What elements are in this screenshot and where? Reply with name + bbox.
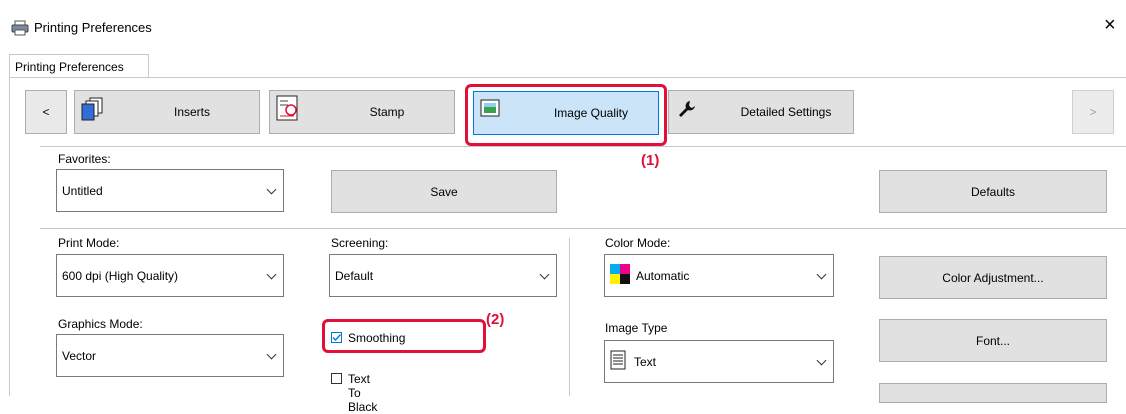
favorites-value: Untitled <box>62 183 103 198</box>
chevron-down-icon <box>266 349 277 359</box>
toolbar-divider <box>40 146 1126 147</box>
detailed-settings-label: Detailed Settings <box>740 105 832 119</box>
save-button[interactable]: Save <box>331 170 557 213</box>
stamp-label: Stamp <box>369 105 405 119</box>
font-button[interactable]: Font... <box>879 319 1107 362</box>
favorites-divider <box>40 228 1126 229</box>
favorites-select[interactable]: Untitled <box>56 169 284 212</box>
screening-label: Screening: <box>331 236 389 250</box>
next-button[interactable]: > <box>1072 90 1114 134</box>
text-document-icon <box>610 350 626 373</box>
detailed-settings-button[interactable]: Detailed Settings <box>668 90 854 134</box>
next-glyph: > <box>1089 105 1097 119</box>
defaults-button[interactable]: Defaults <box>879 170 1107 213</box>
chevron-down-icon <box>266 269 277 279</box>
inserts-icon <box>81 97 105 124</box>
text-to-black-label: Text To Black <box>348 372 378 414</box>
stamp-icon <box>276 95 298 124</box>
image-type-select[interactable]: Text <box>604 340 834 383</box>
callout-label-1: (1) <box>641 152 660 169</box>
prev-button[interactable]: < <box>25 90 67 134</box>
screening-value: Default <box>335 268 374 283</box>
color-mode-select[interactable]: Automatic <box>604 254 834 297</box>
print-mode-value: 600 dpi (High Quality) <box>62 268 179 283</box>
printer-icon <box>11 20 29 39</box>
chevron-down-icon <box>816 269 827 279</box>
column-divider <box>569 238 570 396</box>
callout-box-smoothing <box>322 319 486 353</box>
partial-button[interactable] <box>879 383 1107 403</box>
graphics-mode-label: Graphics Mode: <box>58 317 143 331</box>
image-type-label: Image Type <box>605 321 668 335</box>
wrench-icon <box>677 99 697 122</box>
color-mode-label: Color Mode: <box>605 236 671 250</box>
save-label: Save <box>430 184 458 199</box>
prev-glyph: < <box>42 105 50 119</box>
screening-select[interactable]: Default <box>329 254 557 297</box>
color-adjustment-label: Color Adjustment... <box>942 270 1044 285</box>
favorites-label: Favorites: <box>58 152 111 166</box>
stamp-button[interactable]: Stamp <box>269 90 455 134</box>
graphics-mode-value: Vector <box>62 348 97 363</box>
tab-printing-preferences[interactable]: Printing Preferences <box>9 54 149 78</box>
print-mode-label: Print Mode: <box>58 236 120 250</box>
color-adjustment-button[interactable]: Color Adjustment... <box>879 256 1107 299</box>
window-title: Printing Preferences <box>34 20 152 35</box>
title-bar: Printing Preferences × <box>0 0 1126 44</box>
tab-label: Printing Preferences <box>15 60 124 74</box>
font-label: Font... <box>975 333 1010 348</box>
chevron-down-icon <box>816 355 827 365</box>
checkbox-box <box>331 373 342 384</box>
close-button[interactable]: × <box>1104 14 1116 37</box>
graphics-mode-select[interactable]: Vector <box>56 334 284 377</box>
image-type-value: Text <box>634 354 657 369</box>
chevron-down-icon <box>266 184 277 194</box>
inserts-label: Inserts <box>173 105 210 119</box>
inserts-button[interactable]: Inserts <box>74 90 260 134</box>
chevron-down-icon <box>539 269 550 279</box>
color-mode-value: Automatic <box>636 268 690 283</box>
color-swatch-icon <box>610 264 630 287</box>
defaults-label: Defaults <box>970 184 1016 199</box>
print-mode-select[interactable]: 600 dpi (High Quality) <box>56 254 284 297</box>
callout-label-2: (2) <box>486 311 505 328</box>
callout-box-image-quality <box>465 84 667 146</box>
